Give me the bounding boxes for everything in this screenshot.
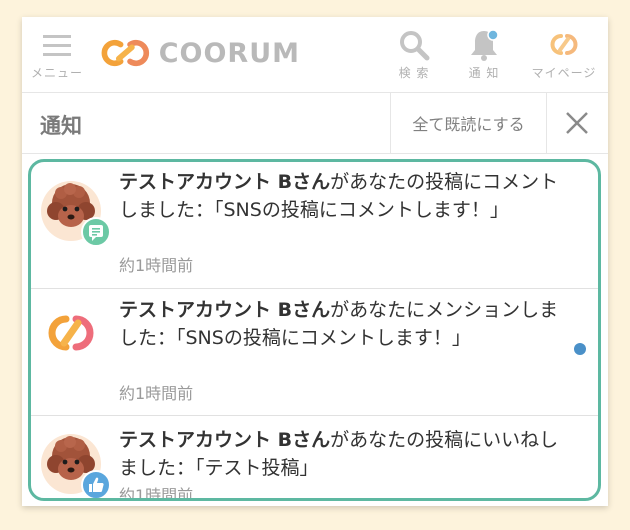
notification-item[interactable]: テストアカウント Bさんがあなたにメンションしました：「SNSの投稿にコメントし… xyxy=(31,289,598,416)
search-label: 検 索 xyxy=(398,66,430,80)
notification-panel: メニュー COORUM 検 索 通 知 マイページ 通知 全て既読にする テスト… xyxy=(22,17,608,506)
close-icon xyxy=(566,112,588,134)
panel-header: 通知 全て既読にする xyxy=(22,93,608,154)
search-button[interactable]: 検 索 xyxy=(379,17,449,92)
mypage-button[interactable]: マイページ xyxy=(526,17,602,92)
top-navigation-bar: メニュー COORUM 検 索 通 知 マイページ xyxy=(22,17,608,93)
notification-message: テストアカウント Bさんがあなたの投稿にいいねしました：「テスト投稿」 xyxy=(119,426,559,482)
menu-button[interactable]: メニュー xyxy=(22,17,92,92)
notification-time: 約1時間前 xyxy=(119,486,194,501)
brand-name: COORUM xyxy=(158,37,300,69)
panel-title: 通知 xyxy=(40,114,82,138)
comment-badge xyxy=(81,217,111,247)
avatar xyxy=(39,301,103,365)
coorum-logo-avatar-icon xyxy=(48,315,94,351)
notification-message: テストアカウント Bさんがあなたの投稿にコメントしました：「SNSの投稿にコメン… xyxy=(119,168,559,224)
notification-item[interactable]: テストアカウント Bさんがあなたの投稿にいいねしました：「テスト投稿」 約1時間… xyxy=(31,416,598,501)
hamburger-icon xyxy=(43,35,71,56)
thumbs-up-icon xyxy=(89,477,104,492)
notification-button[interactable]: 通 知 xyxy=(449,17,519,92)
notification-actor: テストアカウント Bさん xyxy=(119,429,331,451)
notification-item[interactable]: テストアカウント Bさんがあなたの投稿にコメントしました：「SNSの投稿にコメン… xyxy=(31,162,598,289)
like-badge xyxy=(81,470,111,498)
mypage-logo-icon xyxy=(550,34,578,55)
notification-message: テストアカウント Bさんがあなたにメンションしました：「SNSの投稿にコメントし… xyxy=(119,296,559,352)
mypage-label: マイページ xyxy=(531,66,597,80)
notification-actor: テストアカウント Bさん xyxy=(119,171,331,193)
coorum-logo-icon xyxy=(101,39,150,67)
brand-logo[interactable]: COORUM xyxy=(100,33,300,73)
menu-label: メニュー xyxy=(30,66,83,80)
notification-list: テストアカウント Bさんがあなたの投稿にコメントしました：「SNSの投稿にコメン… xyxy=(28,159,601,501)
notification-time: 約1時間前 xyxy=(119,384,194,403)
search-icon xyxy=(400,31,430,61)
comment-icon xyxy=(89,225,103,241)
notification-time: 約1時間前 xyxy=(119,256,194,275)
notification-actor: テストアカウント Bさん xyxy=(119,299,331,321)
avatar xyxy=(39,179,111,247)
close-button[interactable] xyxy=(546,93,608,153)
notification-label: 通 知 xyxy=(468,66,500,80)
avatar xyxy=(39,432,111,498)
unread-indicator xyxy=(574,343,586,355)
bell-icon xyxy=(471,29,499,61)
mark-all-read-button[interactable]: 全て既読にする xyxy=(390,93,547,153)
